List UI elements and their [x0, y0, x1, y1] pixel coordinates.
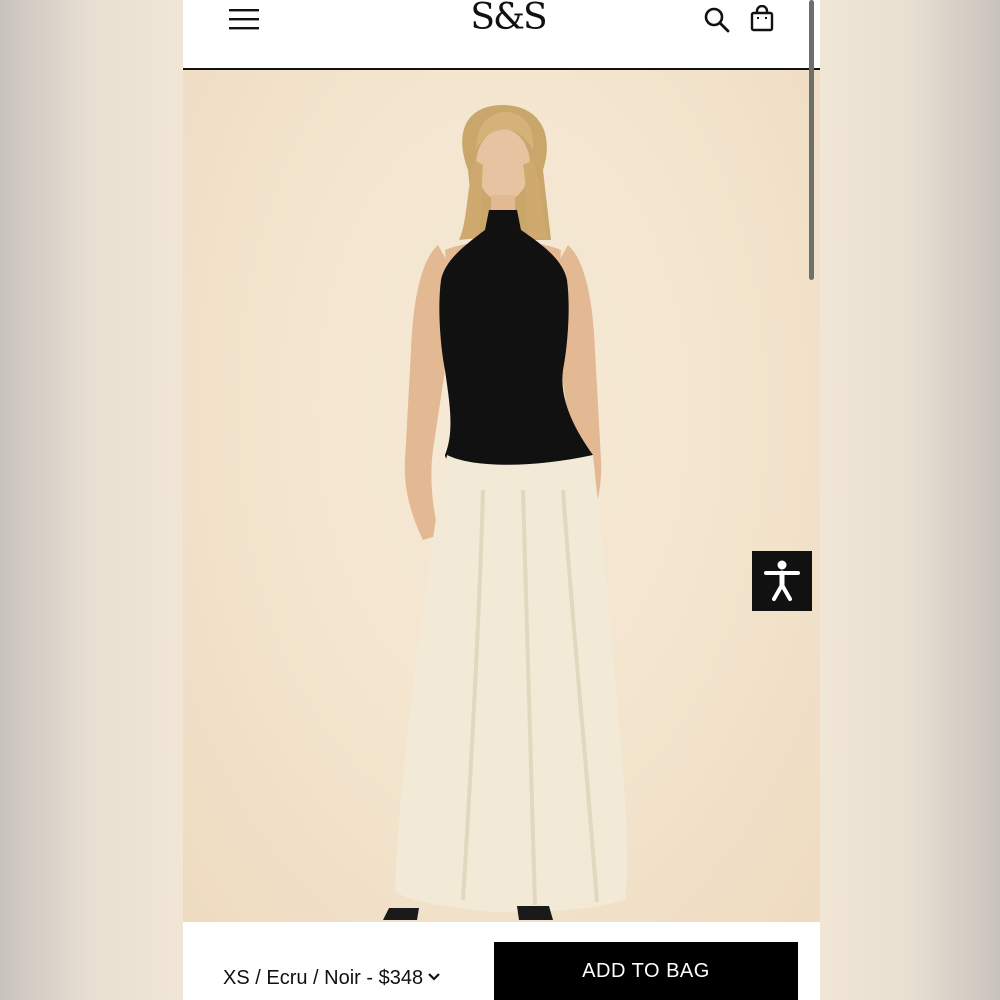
variant-label: XS / Ecru / Noir - $348: [223, 966, 424, 989]
screenshot-stage: S&S XS / Ecru / Noir - $348 ADD TO BAG: [0, 0, 1000, 1000]
chevron-down-icon: [427, 967, 441, 990]
accessibility-person-icon[interactable]: [752, 551, 812, 611]
model-illustration: [383, 105, 628, 920]
mobile-viewport: S&S XS / Ecru / Noir - $348 ADD TO BAG: [183, 0, 820, 1000]
purchase-bar: XS / Ecru / Noir - $348 ADD TO BAG: [183, 922, 820, 1000]
search-icon[interactable]: [703, 6, 731, 34]
variant-selector[interactable]: XS / Ecru / Noir - $348: [223, 960, 441, 996]
product-photo[interactable]: [183, 70, 820, 922]
hamburger-menu-icon[interactable]: [227, 4, 261, 32]
shopping-bag-icon[interactable]: [749, 4, 775, 33]
add-to-bag-button[interactable]: ADD TO BAG: [494, 942, 798, 1000]
site-header: S&S: [183, 0, 820, 70]
brand-logo[interactable]: S&S: [458, 0, 558, 40]
scrollbar-thumb[interactable]: [809, 0, 814, 280]
